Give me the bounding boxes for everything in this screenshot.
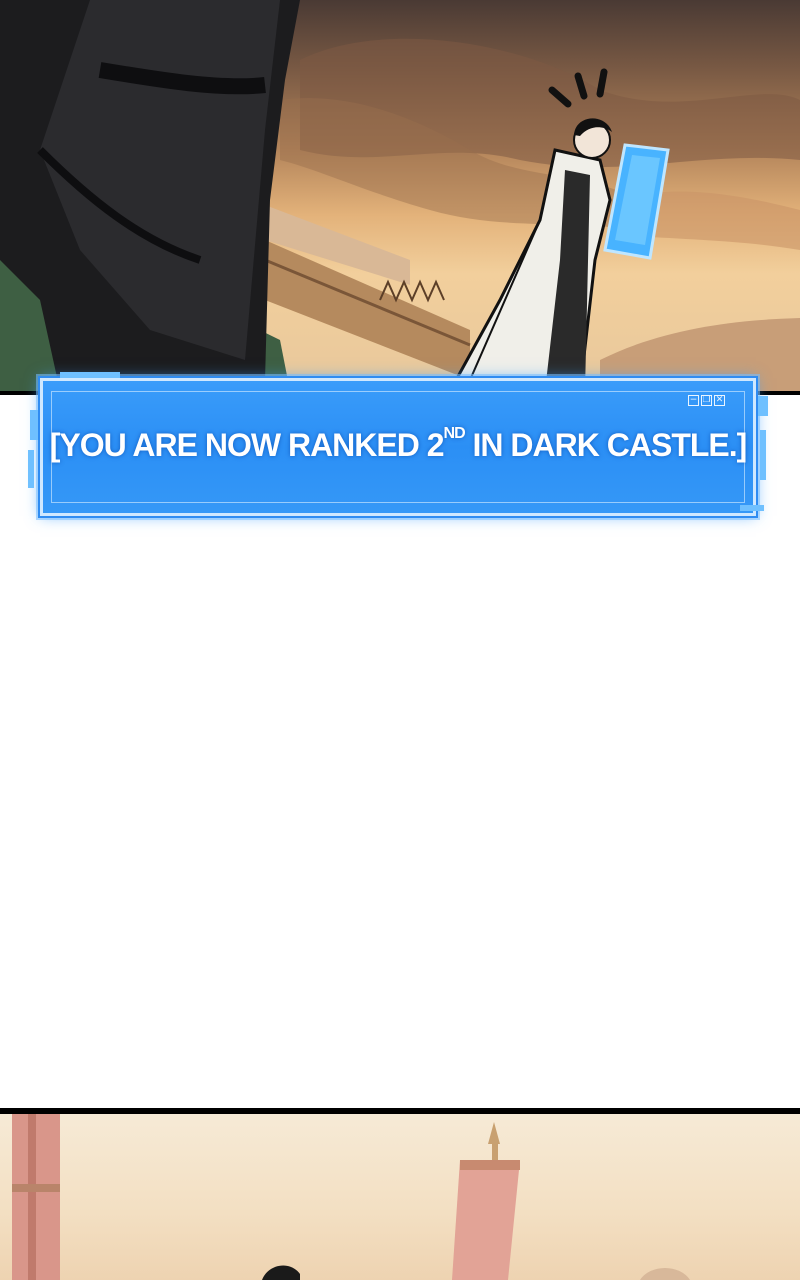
close-icon: ✕ [714, 395, 725, 406]
window-controls: − ❐ ✕ [688, 395, 725, 406]
pixel-decoration [30, 410, 38, 440]
bottom-comic-panel [0, 1114, 800, 1280]
system-message-box: − ❐ ✕ [YOU ARE NOW RANKED 2ND IN DARK CA… [38, 376, 758, 518]
minimize-icon: − [688, 395, 699, 406]
pixel-decoration [760, 430, 766, 480]
message-suffix: IN DARK CASTLE.] [464, 427, 748, 463]
sunset-scene-icon [0, 0, 800, 391]
message-prefix: [YOU ARE NOW RANKED 2 [49, 427, 445, 463]
pixel-decoration [740, 505, 764, 511]
top-comic-panel [0, 0, 800, 391]
banner-scene-icon [12, 1114, 690, 1280]
pixel-decoration [758, 396, 768, 416]
system-message-text: [YOU ARE NOW RANKED 2ND IN DARK CASTLE.] [43, 425, 753, 464]
pixel-decoration [60, 372, 120, 378]
restore-icon: ❐ [701, 395, 712, 406]
pixel-decoration [28, 450, 34, 488]
message-ordinal-suffix: ND [443, 425, 466, 442]
